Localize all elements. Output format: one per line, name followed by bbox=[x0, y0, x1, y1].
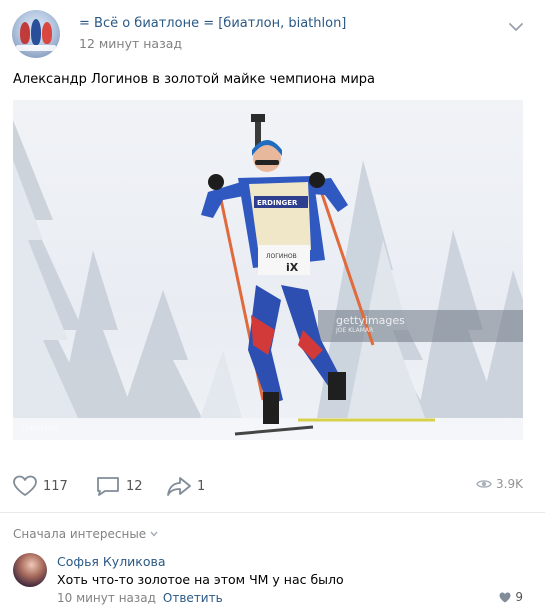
like-button[interactable]: 117 bbox=[12, 470, 68, 502]
svg-text:ERDINGER: ERDINGER bbox=[257, 199, 298, 207]
photo-watermark: gettyimages bbox=[336, 314, 405, 327]
share-icon bbox=[167, 477, 191, 496]
eye-icon bbox=[476, 480, 492, 488]
comment-sort-dropdown[interactable]: Сначала интересные bbox=[13, 527, 158, 541]
post-photo[interactable]: ЛОГИНОВ iX ERDINGER gettyimages JOE KLAM… bbox=[13, 100, 523, 440]
avatar-band bbox=[16, 45, 56, 51]
post-actions: 117 12 1 bbox=[0, 470, 545, 502]
comment-button[interactable]: 12 bbox=[95, 470, 143, 502]
post-card: = Всё о биатлоне = [биатлон, biathlon] 1… bbox=[0, 0, 545, 608]
view-counter: 3.9K bbox=[476, 477, 523, 491]
avatar-figure bbox=[31, 19, 41, 45]
avatar-figure bbox=[20, 22, 30, 44]
comment-text: Хоть что-то золотое на этом ЧМ у нас был… bbox=[57, 572, 344, 587]
comment-sort-label: Сначала интересные bbox=[13, 527, 147, 541]
comment-meta: 10 минут назад Ответить bbox=[57, 591, 223, 605]
group-name-link[interactable]: = Всё о биатлоне = [биатлон, biathlon] bbox=[79, 16, 346, 31]
like-count: 117 bbox=[43, 478, 68, 494]
photo-credit: JOE KLAMAR bbox=[336, 327, 374, 334]
comment-count: 12 bbox=[126, 478, 143, 494]
photo-scene: ЛОГИНОВ iX ERDINGER bbox=[13, 114, 523, 440]
comment-icon bbox=[97, 477, 119, 496]
svg-text:iX: iX bbox=[286, 261, 299, 274]
comment-timestamp[interactable]: 10 минут назад bbox=[57, 591, 156, 605]
comment-author-link[interactable]: Софья Куликова bbox=[57, 554, 166, 569]
post-text: Александр Логинов в золотой майке чемпио… bbox=[13, 72, 375, 87]
share-count: 1 bbox=[197, 478, 206, 494]
avatar-figure bbox=[42, 22, 52, 44]
photo-id: 1295118631 bbox=[21, 425, 60, 432]
comment-like-count: 9 bbox=[515, 590, 523, 604]
view-count: 3.9K bbox=[496, 477, 523, 491]
post-timestamp[interactable]: 12 минут назад bbox=[79, 36, 182, 51]
reply-button[interactable]: Ответить bbox=[163, 591, 223, 605]
heart-icon bbox=[499, 592, 511, 602]
chevron-down-icon bbox=[150, 531, 158, 537]
svg-text:ЛОГИНОВ: ЛОГИНОВ bbox=[266, 253, 297, 260]
chevron-down-icon[interactable] bbox=[509, 22, 523, 32]
share-button[interactable]: 1 bbox=[166, 470, 205, 502]
commenter-avatar[interactable] bbox=[13, 553, 47, 587]
divider bbox=[0, 512, 545, 513]
group-avatar[interactable] bbox=[12, 10, 60, 58]
comment-like-button[interactable]: 9 bbox=[499, 590, 523, 604]
heart-icon bbox=[13, 475, 37, 496]
